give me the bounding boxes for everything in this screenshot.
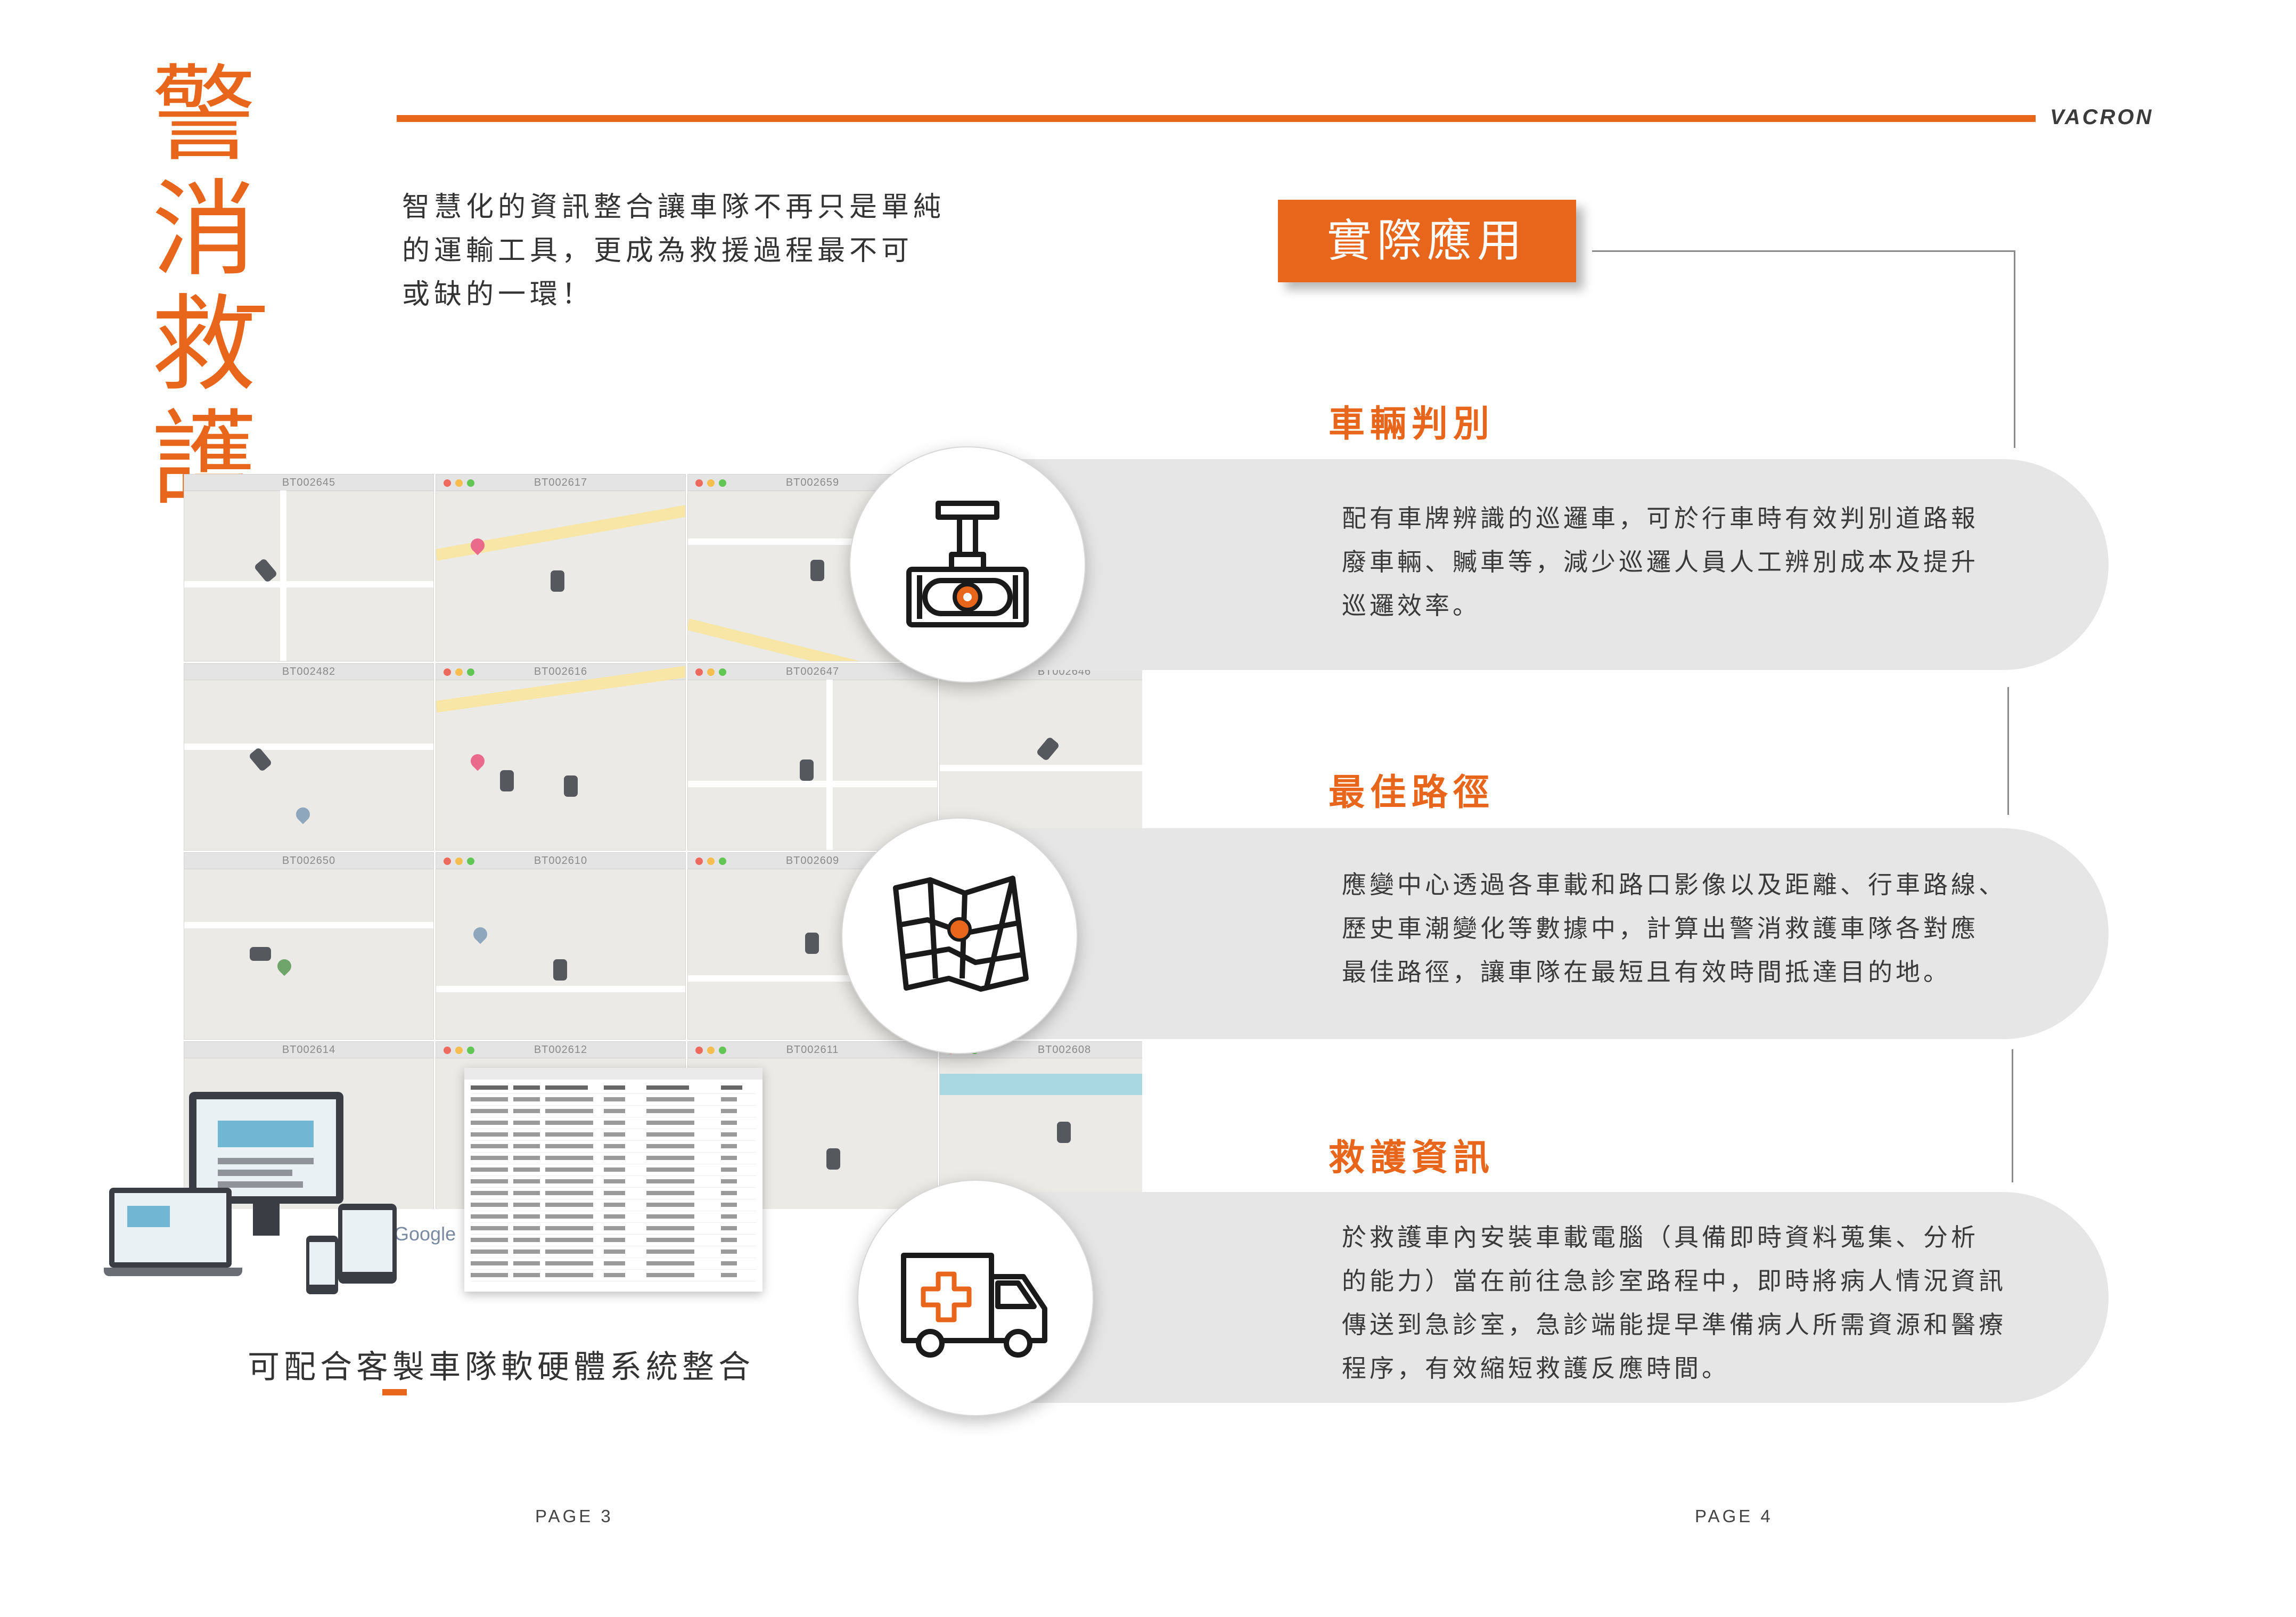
- map-tile-id: BT002614: [282, 1044, 336, 1056]
- vehicle-marker: [800, 760, 814, 781]
- caption-accent-dash: [382, 1389, 407, 1395]
- page-title: 警消 救護: [152, 58, 365, 518]
- section-text-best-route: 應變中心透過各車載和路口影像以及距離、行車路線、 歷史車潮變化等數據中，計算出警…: [1342, 863, 2045, 994]
- section-title-best-route: 最佳路徑: [1329, 772, 1495, 814]
- map-tile-id: BT002612: [534, 1044, 588, 1056]
- vehicle-marker: [253, 558, 278, 583]
- connector-line: [1592, 250, 2015, 448]
- intro-paragraph: 智慧化的資訊整合讓車隊不再只是單純 的運輸工具，更成為救援過程最不可 或缺的一環…: [402, 185, 966, 316]
- ambulance-icon: [901, 1253, 1047, 1358]
- map-tile: BT002650: [184, 852, 434, 1040]
- text-line: 程序，有效縮短救護反應時間。: [1342, 1354, 1729, 1383]
- phone-icon: [306, 1236, 338, 1294]
- vehicle-marker: [551, 570, 564, 592]
- map-tile: BT002645: [184, 474, 434, 662]
- map-tile: BT002616: [436, 663, 686, 851]
- dashcam-icon-badge: [849, 446, 1086, 683]
- map-pin-icon: [893, 876, 1029, 992]
- intro-line: 智慧化的資訊整合讓車隊不再只是單純: [402, 191, 946, 223]
- map-tile-id: BT002482: [282, 666, 336, 677]
- vehicle-marker: [250, 947, 271, 961]
- integration-caption: 可配合客製車隊軟硬體系統整合: [248, 1349, 755, 1386]
- brand-logo: VACRON: [2050, 105, 2154, 129]
- text-line: 的能力）當在前往急診室路程中，即時將病人情況資訊: [1342, 1267, 2006, 1295]
- map-tile-id: BT002650: [282, 855, 336, 867]
- title-line-1: 警消: [152, 54, 260, 291]
- text-line: 配有車牌辨識的巡邏車，可於行車時有效判別道路報: [1342, 504, 1979, 533]
- ambulance-icon-badge: [857, 1180, 1094, 1416]
- text-line: 廢車輛、贓車等，減少巡邏人員人工辨別成本及提升: [1342, 548, 1979, 576]
- vehicle-marker: [248, 747, 273, 772]
- vehicle-marker: [805, 933, 819, 954]
- header-rule: [397, 115, 2036, 122]
- laptop-icon: [109, 1188, 232, 1268]
- text-line: 最佳路徑，讓車隊在最短且有效時間抵達目的地。: [1342, 958, 1951, 986]
- vehicle-marker: [500, 770, 514, 791]
- text-line: 巡邏效率。: [1342, 591, 1480, 620]
- connector-line: [2007, 687, 2009, 815]
- section-title-rescue-info: 救護資訊: [1329, 1137, 1495, 1179]
- title-accent-dash: [237, 306, 265, 312]
- map-tile: BT002482: [184, 663, 434, 851]
- application-tag: 實際應用: [1278, 200, 1576, 282]
- map-icon-badge: [841, 818, 1078, 1054]
- connector-line: [2012, 1049, 2013, 1182]
- map-tile: BT002610: [436, 852, 686, 1040]
- vehicle-marker: [1036, 736, 1060, 762]
- page-number-left: PAGE 3: [535, 1506, 613, 1526]
- tablet-icon: [338, 1204, 397, 1284]
- map-tile-id: BT002617: [534, 477, 588, 488]
- text-line: 應變中心透過各車載和路口影像以及距離、行車路線、: [1342, 870, 2006, 899]
- monitor-icon: [189, 1092, 343, 1204]
- map-tile-id: BT002610: [534, 855, 588, 867]
- intro-line: 的運輸工具，更成為救援過程最不可: [402, 235, 914, 267]
- vehicle-marker: [810, 560, 824, 581]
- fleet-data-table: [464, 1068, 762, 1292]
- vehicle-marker: [553, 959, 567, 981]
- page-number-right: PAGE 4: [1695, 1506, 1773, 1526]
- section-text-vehicle-id: 配有車牌辨識的巡邏車，可於行車時有效判別道路報 廢車輛、贓車等，減少巡邏人員人工…: [1342, 496, 2034, 627]
- dashcam-icon: [906, 501, 1029, 627]
- text-line: 傳送到急診室，急診端能提早準備病人所需資源和醫療: [1342, 1310, 2006, 1339]
- map-tile: BT002617: [436, 474, 686, 662]
- vehicle-marker: [564, 775, 578, 797]
- vehicle-marker: [1057, 1122, 1071, 1143]
- section-text-rescue-info: 於救護車內安裝車載電腦（具備即時資料蒐集、分析 的能力）當在前往急診室路程中，即…: [1342, 1215, 2045, 1390]
- intro-line: 或缺的一環！: [402, 279, 594, 311]
- devices-illustration: [104, 1092, 407, 1294]
- map-tile-id: BT002645: [282, 477, 336, 488]
- text-line: 歷史車潮變化等數據中，計算出警消救護車隊各對應: [1342, 914, 1979, 943]
- text-line: 於救護車內安裝車載電腦（具備即時資料蒐集、分析: [1342, 1223, 1979, 1252]
- section-title-vehicle-id: 車輛判別: [1329, 403, 1495, 445]
- vehicle-marker: [826, 1148, 840, 1170]
